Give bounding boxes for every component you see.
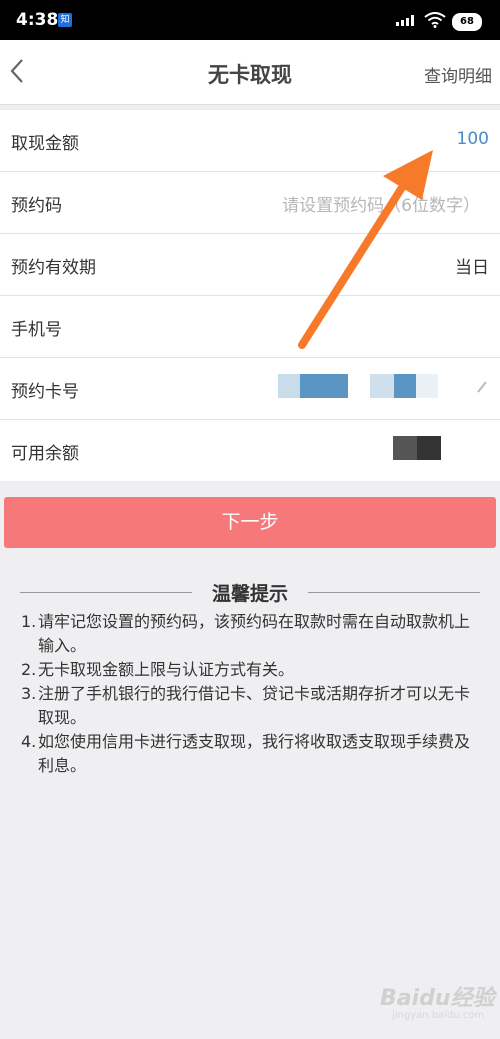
- annotation-arrow-icon: [298, 150, 433, 349]
- watermark-url: jingyan.baidu.com: [392, 1010, 485, 1021]
- watermark-logo: Baidu经验: [380, 986, 495, 1011]
